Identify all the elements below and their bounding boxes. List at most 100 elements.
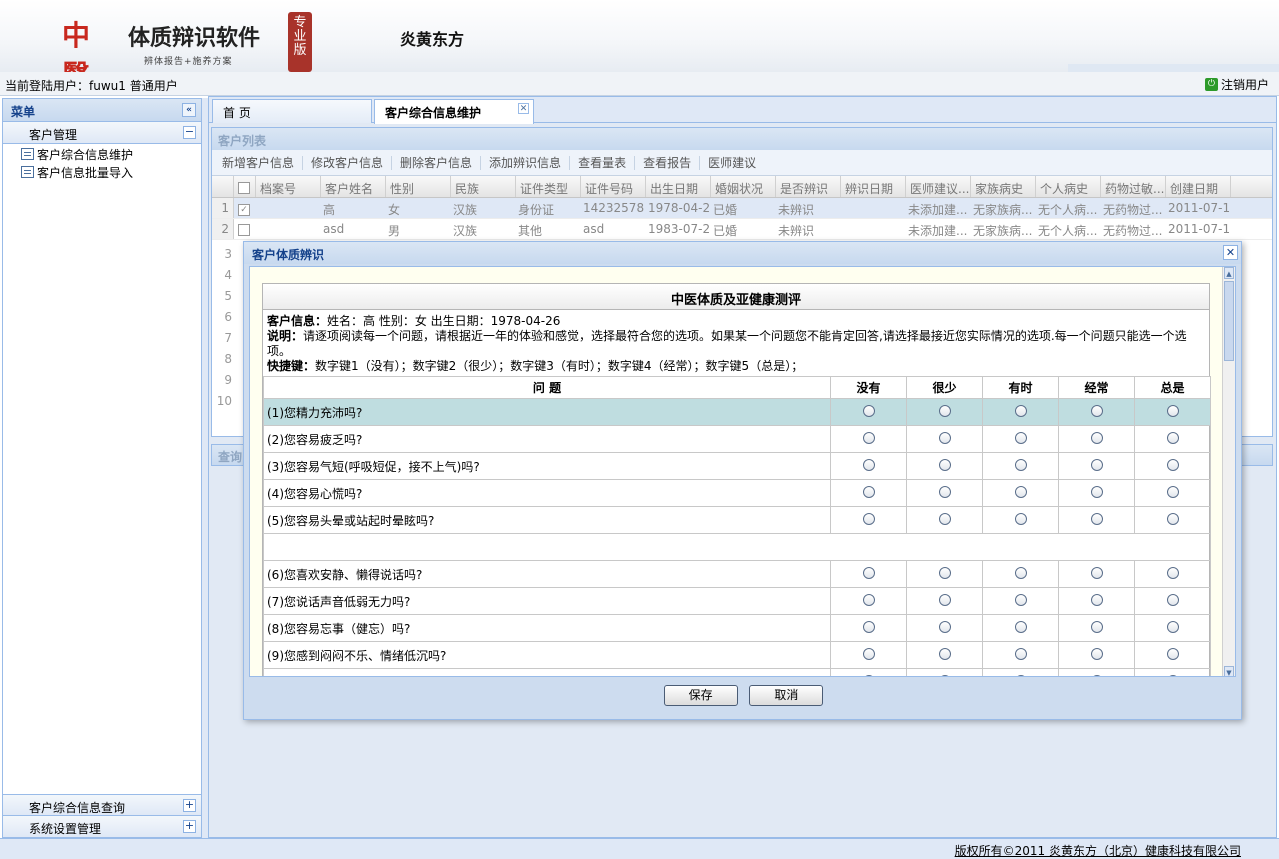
column-header[interactable]: 家族病史 [971,176,1036,197]
answer-radio[interactable] [1166,485,1179,498]
view-scale-button[interactable]: 查看量表 [570,155,636,170]
answer-radio[interactable] [938,647,951,660]
delete-customer-button[interactable]: 删除客户信息 [392,155,482,170]
answer-radio[interactable] [1090,566,1103,579]
answer-radio[interactable] [1014,458,1027,471]
answer-radio[interactable] [938,593,951,606]
answer-radio[interactable] [1090,485,1103,498]
expand-icon[interactable]: + [183,820,196,833]
answer-radio[interactable] [862,566,875,579]
answer-radio[interactable] [1166,593,1179,606]
answer-radio[interactable] [1014,431,1027,444]
table-row[interactable]: 2 asd 男 汉族 其他 asd 1983-07-20 已婚 未辨识 未添加建… [212,219,1272,240]
sidebar-section-system-settings[interactable]: 系统设置管理 + [3,816,201,838]
answer-radio[interactable] [1166,512,1179,525]
scroll-down-icon[interactable]: ▼ [1224,666,1234,676]
answer-radio[interactable] [1014,566,1027,579]
answer-radio[interactable] [862,485,875,498]
answer-radio[interactable] [938,566,951,579]
save-button[interactable]: 保存 [663,685,738,706]
answer-radio[interactable] [938,674,951,676]
copyright-link[interactable]: 版权所有©2011 炎黄东方（北京）健康科技有限公司 [955,842,1241,859]
sidebar-item-customer-info[interactable]: 客户综合信息维护 [3,144,201,162]
answer-radio[interactable] [938,404,951,417]
answer-radio[interactable] [1090,674,1103,676]
answer-radio[interactable] [1014,620,1027,633]
expand-icon[interactable]: + [183,799,196,812]
answer-radio[interactable] [938,512,951,525]
row-checkbox[interactable] [234,219,254,239]
column-header[interactable]: 是否辨识 [776,176,841,197]
answer-radio[interactable] [1166,431,1179,444]
answer-radio[interactable] [1090,620,1103,633]
tab-home[interactable]: 首 页 [212,99,372,123]
column-header[interactable]: 证件号码 [581,176,646,197]
answer-radio[interactable] [1090,647,1103,660]
answer-radio[interactable] [862,458,875,471]
logo-title: 体质辩识软件 [128,25,261,51]
collapse-icon[interactable]: − [183,126,196,139]
sidebar-section-customer-query[interactable]: 客户综合信息查询 + [3,794,201,816]
answer-radio[interactable] [1090,404,1103,417]
column-header[interactable]: 药物过敏... [1101,176,1166,197]
column-header[interactable]: 民族 [451,176,516,197]
sidebar-item-batch-import[interactable]: 客户信息批量导入 [3,162,201,180]
answer-radio[interactable] [1014,404,1027,417]
row-checkbox[interactable]: ✓ [234,198,254,218]
column-header[interactable]: 创建日期 [1166,176,1231,197]
answer-radio[interactable] [862,512,875,525]
column-header[interactable]: 医师建议... [906,176,971,197]
column-header[interactable]: 档案号 [256,176,321,197]
add-customer-button[interactable]: 新增客户信息 [214,155,304,170]
answer-radio[interactable] [1090,431,1103,444]
answer-radio[interactable] [1166,620,1179,633]
column-header[interactable]: 出生日期 [646,176,711,197]
cancel-button[interactable]: 取消 [749,685,824,706]
dialog-scrollbar[interactable]: ▲ ▼ [1222,267,1235,676]
answer-radio[interactable] [1090,512,1103,525]
column-header[interactable]: 辨识日期 [841,176,906,197]
add-identification-button[interactable]: 添加辨识信息 [481,155,571,170]
answer-radio[interactable] [1166,404,1179,417]
answer-radio[interactable] [1166,674,1179,676]
column-header[interactable]: 婚姻状况 [711,176,776,197]
answer-radio[interactable] [862,593,875,606]
view-report-button[interactable]: 查看报告 [635,155,701,170]
answer-radio[interactable] [1014,674,1027,676]
answer-radio[interactable] [1166,458,1179,471]
answer-radio[interactable] [862,404,875,417]
answer-radio[interactable] [938,458,951,471]
answer-radio[interactable] [862,647,875,660]
select-all-checkbox[interactable] [234,176,256,197]
answer-radio[interactable] [862,431,875,444]
column-header[interactable]: 证件类型 [516,176,581,197]
scroll-up-icon[interactable]: ▲ [1224,267,1234,279]
column-header[interactable]: 性别 [386,176,451,197]
answer-radio[interactable] [862,674,875,676]
answer-radio[interactable] [1014,485,1027,498]
answer-radio[interactable] [1014,512,1027,525]
power-icon: ⏻ [1204,78,1218,91]
close-icon[interactable]: ✕ [1223,245,1238,260]
answer-radio[interactable] [1014,647,1027,660]
answer-radio[interactable] [1166,647,1179,660]
close-icon[interactable]: ✕ [518,103,529,114]
answer-radio[interactable] [862,620,875,633]
answer-radio[interactable] [1090,593,1103,606]
column-header[interactable]: 客户姓名 [321,176,386,197]
answer-radio[interactable] [938,620,951,633]
doctor-advice-button[interactable]: 医师建议 [700,156,764,170]
logout-button[interactable]: ⏻ 注销用户 [1204,76,1269,93]
answer-radio[interactable] [1166,566,1179,579]
answer-radio[interactable] [938,431,951,444]
edit-customer-button[interactable]: 修改客户信息 [303,155,393,170]
table-row[interactable]: 1 ✓ 高 女 汉族 身份证 14232578... 1978-04-26 已婚… [212,198,1272,219]
column-header[interactable]: 个人病史 [1036,176,1101,197]
scroll-thumb[interactable] [1224,281,1234,361]
answer-radio[interactable] [938,485,951,498]
sidebar-section-customer-mgmt[interactable]: 客户管理 − [3,122,201,144]
collapse-sidebar-icon[interactable]: « [182,103,196,117]
answer-radio[interactable] [1090,458,1103,471]
tab-customer-info[interactable]: 客户综合信息维护 ✕ [374,99,534,124]
answer-radio[interactable] [1014,593,1027,606]
